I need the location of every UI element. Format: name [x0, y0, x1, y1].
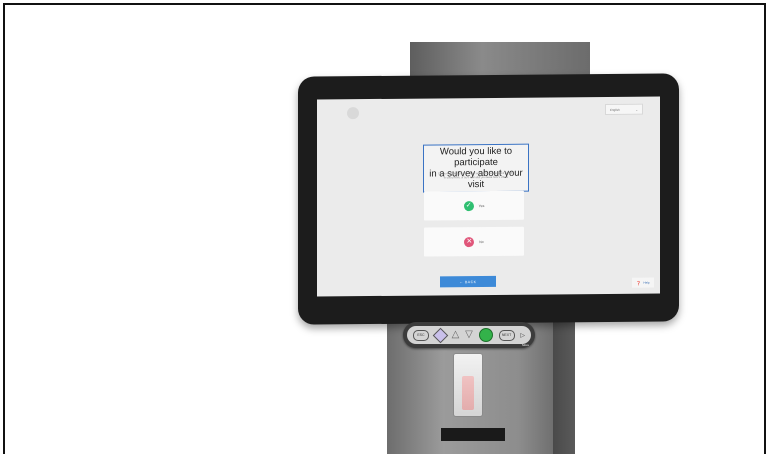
esc-key[interactable]: ESC: [412, 329, 429, 341]
language-select-value: English: [610, 107, 620, 112]
x-icon: ✕: [464, 236, 475, 247]
kiosk-screen: English ⌄ Would you like to participate …: [317, 96, 660, 297]
go-key[interactable]: [478, 328, 493, 342]
question-line-1: Would you like to participate: [439, 145, 513, 169]
logo-icon: [347, 107, 359, 120]
image-frame: English ⌄ Would you like to participate …: [3, 3, 766, 454]
kiosk-monitor: English ⌄ Would you like to participate …: [298, 73, 679, 325]
printer-slot: [441, 428, 505, 441]
help-label: Help: [643, 280, 650, 285]
up-triangle-key[interactable]: △: [452, 330, 460, 340]
language-select[interactable]: English ⌄: [605, 103, 643, 115]
yes-option-button[interactable]: ✓ Yes: [424, 190, 524, 221]
yes-option-label: Yes: [478, 203, 485, 208]
reader-window: [462, 376, 474, 410]
no-option-button[interactable]: ✕ No: [424, 226, 524, 257]
arrow-right-icon: ▷: [520, 332, 526, 339]
down-triangle-key[interactable]: ▽: [465, 330, 473, 340]
next-key[interactable]: NEXT: [498, 329, 515, 341]
diamond-key[interactable]: [432, 327, 449, 343]
survey-question: Would you like to participate in a surve…: [423, 143, 529, 193]
chevron-down-icon: ⌄: [635, 107, 638, 112]
kiosk-keypad: ESC △ ▽ NEXT ▷ More: [403, 322, 535, 348]
barcode-reader[interactable]: [453, 353, 483, 417]
help-button[interactable]: ❓ Help: [632, 277, 654, 288]
more-label: More: [522, 343, 529, 347]
keypad-inner: ESC △ ▽ NEXT ▷: [407, 326, 531, 344]
kiosk-pedestal-side: [553, 305, 575, 454]
check-icon: ✓: [463, 200, 474, 211]
help-icon: ❓: [636, 280, 642, 286]
back-button[interactable]: ← BACK: [440, 275, 496, 288]
survey-subtext: The survey takes 1 min. + fill out and w…: [401, 171, 551, 180]
no-option-label: No: [479, 239, 484, 244]
